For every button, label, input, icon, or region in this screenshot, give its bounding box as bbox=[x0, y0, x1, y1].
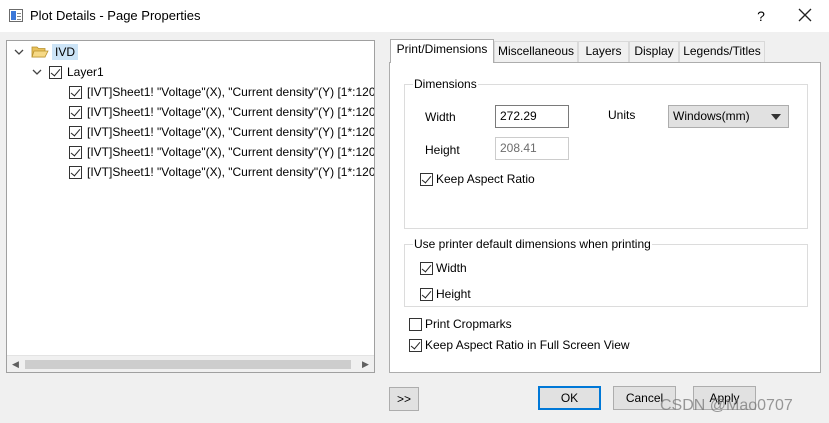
print-cropmarks-checkbox[interactable] bbox=[409, 317, 422, 331]
printer-defaults-group-label: Use printer default dimensions when prin… bbox=[413, 237, 652, 251]
height-input[interactable]: 208.41 bbox=[495, 137, 569, 160]
tree-plot-label: [IVT]Sheet1! "Voltage"(X), "Current dens… bbox=[87, 105, 375, 119]
tree-layer-label: Layer1 bbox=[67, 65, 104, 79]
scroll-right-icon[interactable]: ▶ bbox=[357, 356, 374, 372]
units-select[interactable]: Windows(mm) bbox=[668, 105, 789, 128]
tree-plot-item[interactable]: [IVT]Sheet1! "Voltage"(X), "Current dens… bbox=[69, 83, 375, 101]
expand-button[interactable]: >> bbox=[389, 387, 419, 411]
keep-aspect-ratio-label: Keep Aspect Ratio bbox=[436, 172, 535, 186]
plot-checkbox[interactable] bbox=[69, 165, 82, 179]
tree-layer-item[interactable]: Layer1 bbox=[31, 63, 104, 81]
tab-layers[interactable]: Layers bbox=[578, 41, 629, 62]
printer-defaults-group: Use printer default dimensions when prin… bbox=[404, 237, 808, 307]
tree-plot-label: [IVT]Sheet1! "Voltage"(X), "Current dens… bbox=[87, 145, 375, 159]
plot-checkbox[interactable] bbox=[69, 145, 82, 159]
print-cropmarks-label: Print Cropmarks bbox=[425, 317, 512, 331]
height-label: Height bbox=[425, 143, 460, 157]
tab-print-dimensions[interactable]: Print/Dimensions bbox=[390, 39, 494, 63]
scroll-left-icon[interactable]: ◀ bbox=[7, 356, 24, 372]
tab-display[interactable]: Display bbox=[629, 41, 679, 62]
plot-details-app-icon bbox=[9, 9, 23, 22]
tab-miscellaneous[interactable]: Miscellaneous bbox=[494, 41, 578, 62]
chevron-down-icon bbox=[771, 114, 781, 120]
plot-checkbox[interactable] bbox=[69, 105, 82, 119]
width-input[interactable]: 272.29 bbox=[495, 105, 569, 128]
keep-aspect-fullscreen-option[interactable]: Keep Aspect Ratio in Full Screen View bbox=[409, 338, 630, 352]
collapse-toggle-icon[interactable] bbox=[31, 66, 43, 78]
keep-aspect-ratio-checkbox[interactable] bbox=[420, 172, 433, 186]
plot-checkbox[interactable] bbox=[69, 125, 82, 139]
plot-tree-panel[interactable]: IVD Layer1 [IVT]Sheet1! "Voltage"(X), "C… bbox=[6, 40, 375, 373]
printer-height-label: Height bbox=[436, 287, 471, 301]
printer-width-checkbox[interactable] bbox=[420, 261, 433, 275]
units-label: Units bbox=[608, 108, 636, 122]
tree-root-item[interactable]: IVD bbox=[13, 43, 79, 61]
printer-width-label: Width bbox=[436, 261, 467, 275]
folder-open-icon bbox=[31, 45, 49, 59]
units-select-value: Windows(mm) bbox=[673, 109, 750, 123]
tab-legends-titles[interactable]: Legends/Titles bbox=[679, 41, 765, 62]
ok-button[interactable]: OK bbox=[538, 386, 601, 410]
keep-aspect-fullscreen-label: Keep Aspect Ratio in Full Screen View bbox=[425, 338, 630, 352]
tree-plot-label: [IVT]Sheet1! "Voltage"(X), "Current dens… bbox=[87, 125, 375, 139]
printer-height-checkbox[interactable] bbox=[420, 287, 433, 301]
layer-checkbox[interactable] bbox=[49, 65, 62, 79]
tree-plot-label: [IVT]Sheet1! "Voltage"(X), "Current dens… bbox=[87, 165, 375, 179]
csdn-watermark: CSDN @Mao0707 bbox=[660, 397, 793, 414]
title-bar: Plot Details - Page Properties ? bbox=[0, 0, 829, 32]
tree-plot-item[interactable]: [IVT]Sheet1! "Voltage"(X), "Current dens… bbox=[69, 103, 375, 121]
print-cropmarks-option[interactable]: Print Cropmarks bbox=[409, 317, 512, 331]
tree-plot-label: [IVT]Sheet1! "Voltage"(X), "Current dens… bbox=[87, 85, 375, 99]
tree-plot-item[interactable]: [IVT]Sheet1! "Voltage"(X), "Current dens… bbox=[69, 143, 375, 161]
window-title: Plot Details - Page Properties bbox=[30, 8, 201, 23]
help-button[interactable]: ? bbox=[752, 6, 770, 26]
tree-plot-item[interactable]: [IVT]Sheet1! "Voltage"(X), "Current dens… bbox=[69, 163, 375, 181]
printer-height-option[interactable]: Height bbox=[420, 287, 471, 301]
tree-root-label: IVD bbox=[52, 44, 79, 60]
scrollbar-thumb[interactable] bbox=[25, 360, 351, 369]
keep-aspect-ratio-option[interactable]: Keep Aspect Ratio bbox=[420, 172, 535, 186]
tree-plot-item[interactable]: [IVT]Sheet1! "Voltage"(X), "Current dens… bbox=[69, 123, 375, 141]
print-dimensions-panel: Dimensions Width 272.29 Units Windows(mm… bbox=[389, 62, 821, 373]
printer-width-option[interactable]: Width bbox=[420, 261, 467, 275]
collapse-toggle-icon[interactable] bbox=[13, 46, 25, 58]
dimensions-group-label: Dimensions bbox=[413, 77, 478, 91]
plot-checkbox[interactable] bbox=[69, 85, 82, 99]
close-button[interactable] bbox=[793, 5, 817, 27]
horizontal-scrollbar[interactable]: ◀ ▶ bbox=[7, 355, 374, 372]
width-label: Width bbox=[425, 110, 456, 124]
dimensions-group: Dimensions Width 272.29 Units Windows(mm… bbox=[404, 77, 808, 229]
close-icon bbox=[798, 8, 812, 22]
keep-aspect-fullscreen-checkbox[interactable] bbox=[409, 338, 422, 352]
